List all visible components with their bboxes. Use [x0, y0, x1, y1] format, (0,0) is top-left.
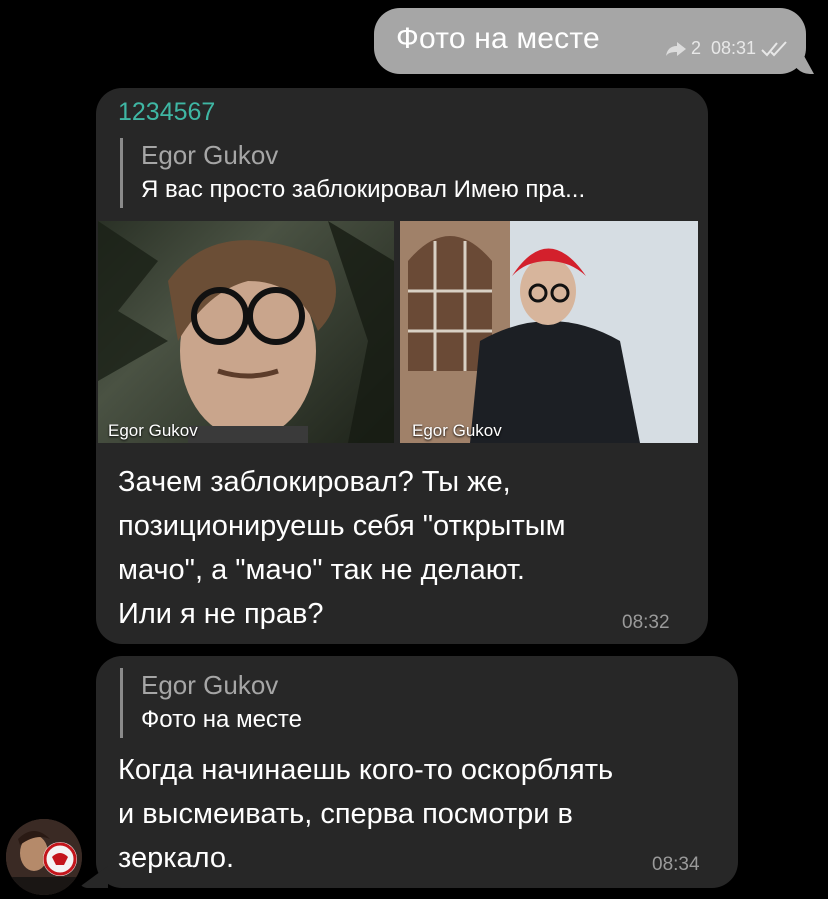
outgoing-message-meta: 2 08:31	[665, 38, 788, 59]
reply-quote[interactable]: Egor Gukov Я вас просто заблокировал Име…	[120, 138, 585, 208]
photo-1-label: Egor Gukov	[108, 421, 198, 440]
avatar[interactable]	[6, 819, 82, 895]
outgoing-message-text: Фото на месте	[396, 22, 600, 55]
reply-author: Egor Gukov	[141, 140, 279, 170]
message-time: 08:34	[652, 854, 700, 875]
message-time: 08:32	[622, 612, 670, 633]
forward-icon	[665, 41, 686, 56]
photo-1[interactable]: Egor Gukov	[98, 221, 394, 443]
photo-album: Egor Gukov Egor Gukov	[98, 221, 698, 443]
message-text: Зачем заблокировал? Ты же, позиционируеш…	[118, 460, 566, 636]
message-text: Когда начинаешь кого-то оскорблять и выс…	[118, 748, 613, 880]
outgoing-message[interactable]: Фото на месте 2 08:31	[374, 8, 814, 74]
avatar-image	[6, 819, 82, 895]
forward-count: 2	[690, 38, 701, 58]
reply-text: Я вас просто заблокировал Имею пра...	[141, 176, 586, 203]
incoming-message[interactable]: Egor Gukov Фото на месте Когда начинаешь…	[96, 656, 738, 888]
photo-2[interactable]: Egor Gukov	[400, 221, 698, 443]
photo-1-image	[98, 221, 394, 443]
photo-2-image	[400, 221, 698, 443]
reply-text: Фото на месте	[141, 706, 302, 733]
double-check-icon	[761, 40, 787, 56]
message-line: Или я не прав?	[118, 598, 324, 630]
sender-name[interactable]: 1234567	[118, 98, 215, 127]
message-line: Зачем заблокировал? Ты же,	[118, 466, 511, 498]
message-line: Когда начинаешь кого-то оскорблять	[118, 754, 614, 786]
reply-quote[interactable]: Egor Gukov Фото на месте	[120, 668, 302, 738]
outgoing-bubble-tail	[792, 56, 814, 74]
message-line: и высмеивать, сперва посмотри в	[118, 798, 573, 830]
photo-2-label: Egor Gukov	[412, 421, 502, 440]
message-line: зеркало.	[118, 842, 235, 874]
message-line: позиционируешь себя "открытым	[118, 510, 566, 542]
message-line: мачо", а "мачо" так не делают.	[118, 554, 525, 586]
incoming-message[interactable]: 1234567 Egor Gukov Я вас просто заблокир…	[96, 88, 708, 644]
outgoing-message-time: 08:31	[710, 38, 756, 58]
reply-author: Egor Gukov	[141, 670, 279, 700]
